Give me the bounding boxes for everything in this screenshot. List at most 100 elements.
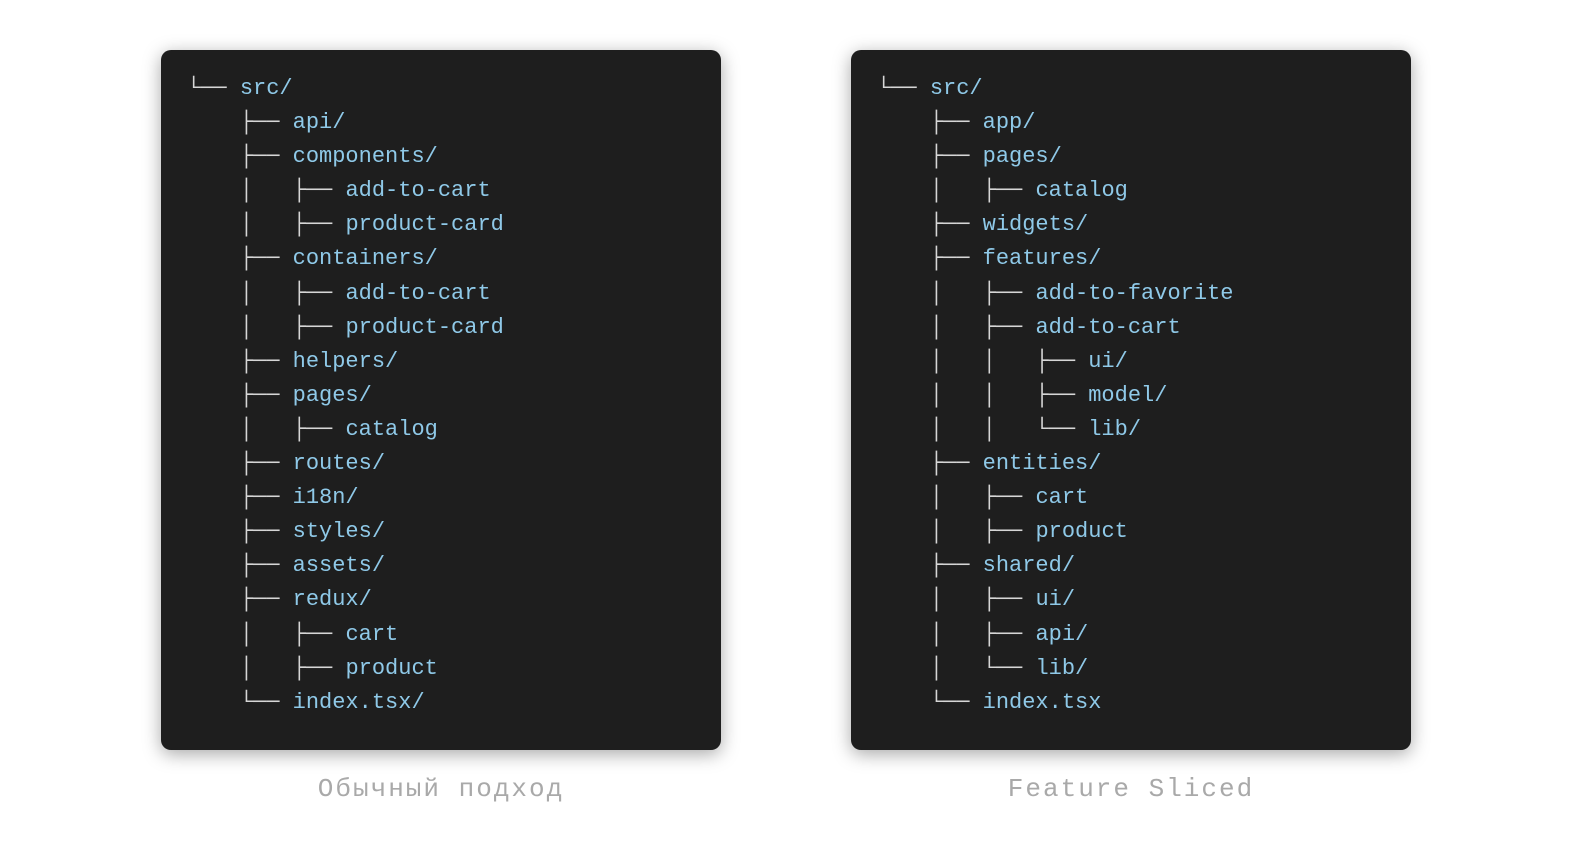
tree-connector: ├── <box>187 383 293 408</box>
tree-connector: │ ├── <box>877 519 1035 544</box>
tree-connector: ├── <box>187 587 293 612</box>
left-column: └── src/ ├── api/ ├── components/ │ ├── … <box>161 50 721 804</box>
left-tree: └── src/ ├── api/ ├── components/ │ ├── … <box>187 72 695 720</box>
tree-connector: │ ├── <box>877 587 1035 612</box>
tree-connector: ├── <box>877 212 983 237</box>
tree-node: app/ <box>983 110 1036 135</box>
tree-node: widgets/ <box>983 212 1089 237</box>
tree-node: shared/ <box>983 553 1075 578</box>
tree-node: ui/ <box>1035 587 1075 612</box>
tree-line: │ │ └── lib/ <box>877 413 1385 447</box>
tree-node: components/ <box>293 144 438 169</box>
tree-line: │ ├── add-to-favorite <box>877 277 1385 311</box>
tree-node: features/ <box>983 246 1102 271</box>
tree-line: ├── helpers/ <box>187 345 695 379</box>
tree-connector: │ ├── <box>187 315 345 340</box>
tree-node: cart <box>345 622 398 647</box>
tree-node: ui/ <box>1088 349 1128 374</box>
tree-line: ├── entities/ <box>877 447 1385 481</box>
tree-connector: │ ├── <box>877 485 1035 510</box>
tree-line: │ ├── product <box>187 652 695 686</box>
tree-node: product-card <box>345 212 503 237</box>
tree-node: lib/ <box>1088 417 1141 442</box>
tree-connector: │ ├── <box>187 212 345 237</box>
tree-connector: ├── <box>187 246 293 271</box>
tree-line: ├── api/ <box>187 106 695 140</box>
tree-connector: ├── <box>877 246 983 271</box>
right-caption: Feature Sliced <box>1008 774 1254 804</box>
tree-connector: ├── <box>187 519 293 544</box>
tree-line: ├── routes/ <box>187 447 695 481</box>
tree-line: ├── assets/ <box>187 549 695 583</box>
tree-line: │ │ ├── model/ <box>877 379 1385 413</box>
tree-connector: │ ├── <box>187 281 345 306</box>
tree-node: index.tsx <box>983 690 1102 715</box>
tree-line: │ ├── add-to-cart <box>877 311 1385 345</box>
tree-node: pages/ <box>983 144 1062 169</box>
tree-node: cart <box>1035 485 1088 510</box>
tree-connector: └── <box>877 76 930 101</box>
tree-node: styles/ <box>293 519 385 544</box>
tree-node: entities/ <box>983 451 1102 476</box>
tree-node: add-to-cart <box>345 178 490 203</box>
tree-line: ├── containers/ <box>187 242 695 276</box>
tree-node: assets/ <box>293 553 385 578</box>
tree-connector: ├── <box>187 110 293 135</box>
tree-node: add-to-cart <box>345 281 490 306</box>
tree-line: ├── shared/ <box>877 549 1385 583</box>
tree-connector: ├── <box>187 553 293 578</box>
tree-line: ├── pages/ <box>877 140 1385 174</box>
tree-node: model/ <box>1088 383 1167 408</box>
tree-node: helpers/ <box>293 349 399 374</box>
tree-line: │ ├── product <box>877 515 1385 549</box>
tree-line: │ ├── catalog <box>187 413 695 447</box>
tree-connector: │ ├── <box>877 281 1035 306</box>
tree-line: │ └── lib/ <box>877 652 1385 686</box>
tree-connector: ├── <box>187 451 293 476</box>
tree-node: api/ <box>293 110 346 135</box>
tree-line: │ ├── cart <box>877 481 1385 515</box>
tree-line: ├── components/ <box>187 140 695 174</box>
tree-node: containers/ <box>293 246 438 271</box>
tree-connector: ├── <box>877 553 983 578</box>
tree-connector: ├── <box>187 485 293 510</box>
tree-connector: └── <box>877 690 983 715</box>
tree-node: product-card <box>345 315 503 340</box>
tree-connector: │ │ ├── <box>877 349 1088 374</box>
tree-node: api/ <box>1035 622 1088 647</box>
tree-line: └── src/ <box>187 72 695 106</box>
tree-connector: │ ├── <box>187 417 345 442</box>
tree-line: ├── i18n/ <box>187 481 695 515</box>
tree-line: │ │ ├── ui/ <box>877 345 1385 379</box>
tree-node: product <box>345 656 437 681</box>
tree-line: │ ├── add-to-cart <box>187 174 695 208</box>
tree-line: │ ├── cart <box>187 618 695 652</box>
tree-line: │ ├── product-card <box>187 208 695 242</box>
right-panel: └── src/ ├── app/ ├── pages/ │ ├── catal… <box>851 50 1411 750</box>
tree-connector: │ │ ├── <box>877 383 1088 408</box>
tree-connector: │ └── <box>877 656 1035 681</box>
tree-line: │ ├── api/ <box>877 618 1385 652</box>
tree-connector: └── <box>187 76 240 101</box>
tree-line: ├── widgets/ <box>877 208 1385 242</box>
tree-connector: │ ├── <box>187 178 345 203</box>
tree-connector: │ ├── <box>877 315 1035 340</box>
tree-node: lib/ <box>1035 656 1088 681</box>
tree-line: ├── styles/ <box>187 515 695 549</box>
tree-connector: ├── <box>187 144 293 169</box>
tree-connector: ├── <box>877 144 983 169</box>
tree-node: add-to-favorite <box>1035 281 1233 306</box>
tree-node: catalog <box>345 417 437 442</box>
tree-connector: └── <box>187 690 293 715</box>
tree-node: product <box>1035 519 1127 544</box>
tree-line: │ ├── add-to-cart <box>187 277 695 311</box>
tree-line: │ ├── catalog <box>877 174 1385 208</box>
tree-connector: │ ├── <box>877 622 1035 647</box>
tree-connector: │ ├── <box>877 178 1035 203</box>
tree-connector: ├── <box>877 110 983 135</box>
tree-line: │ ├── ui/ <box>877 583 1385 617</box>
tree-connector: │ ├── <box>187 656 345 681</box>
tree-node: redux/ <box>293 587 372 612</box>
tree-connector: │ ├── <box>187 622 345 647</box>
tree-line: ├── pages/ <box>187 379 695 413</box>
